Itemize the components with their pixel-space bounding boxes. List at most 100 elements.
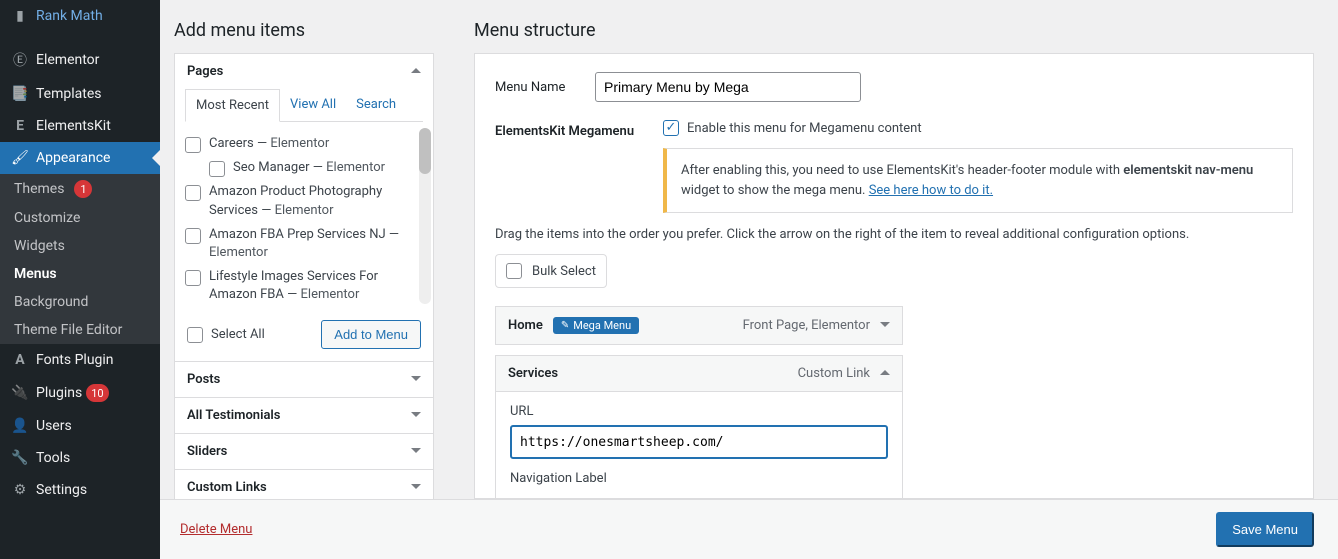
sidebar-item-users[interactable]: 👤 Users [0,410,160,442]
page-checkbox[interactable] [185,228,201,244]
delete-menu-link[interactable]: Delete Menu [180,522,252,537]
label: Users [36,418,72,434]
sidebar-sub-customize[interactable]: Customize [0,204,160,232]
user-icon: 👤 [10,418,30,434]
sidebar-item-settings[interactable]: ⚙ Settings [0,474,160,506]
page-row[interactable]: Careers — Elementor [185,132,423,156]
sidebar-item-plugins[interactable]: 🔌 Plugins10 [0,376,160,410]
page-row[interactable]: Amazon Product Photography Services — El… [185,180,423,222]
sidebar-item-rankmath[interactable]: ▮ Rank Math [0,0,160,32]
label: Tools [36,450,70,466]
wrench-icon: 🔧 [10,450,30,466]
sidebar-sub-widgets[interactable]: Widgets [0,232,160,260]
sidebar-sub-themefileeditor[interactable]: Theme File Editor [0,316,160,344]
label: Rank Math [36,8,103,24]
label: ElementsKit [36,118,111,134]
menu-items-list: Home ✎Mega Menu Front Page, Elementor Se… [495,306,903,499]
megamenu-label: ElementsKit Megamenu [495,120,645,139]
pages-tabs: Most Recent View All Search [185,89,423,122]
menu-item-home-head[interactable]: Home ✎Mega Menu Front Page, Elementor [496,307,902,344]
caret-up-icon [411,64,421,79]
tab-search[interactable]: Search [346,89,406,121]
brush-icon: 🖌 [10,150,30,166]
pages-accordion: Pages Most Recent View All Search Career… [174,53,434,499]
page-checkbox[interactable] [185,137,201,153]
page-checkbox[interactable] [185,185,201,201]
menu-item-services-head[interactable]: Services Custom Link [496,356,902,391]
page-row[interactable]: Lifestyle Images Services For Amazon FBA… [185,265,423,307]
pages-heading: Pages [187,64,223,79]
megamenu-notice: After enabling this, you need to use Ele… [663,148,1293,213]
bulk-select-checkbox[interactable] [506,263,522,279]
sidebar-sub-themes[interactable]: Themes1 [0,174,160,204]
badge: 1 [74,180,92,198]
caret-down-icon [411,480,421,495]
page-row[interactable]: Seo Manager — Elementor [185,156,423,180]
sidebar-item-elementor[interactable]: Ⓔ Elementor [0,42,160,78]
add-menu-items-column: Add menu items Pages Most Recent View Al… [160,0,454,499]
label: Settings [36,482,87,498]
page-checkbox[interactable] [185,270,201,286]
url-input[interactable] [510,425,888,459]
footer-bar: Delete Menu Save Menu [160,499,1338,559]
mega-menu-badge[interactable]: ✎Mega Menu [553,317,639,334]
sidebar-item-appearance[interactable]: 🖌 Appearance [0,142,160,174]
tab-most-recent[interactable]: Most Recent [185,89,280,122]
label: Fonts Plugin [36,352,114,368]
fonts-icon: A [10,352,30,368]
menu-item-services-body: URL Navigation Label [496,391,902,499]
sliders-accordion-head[interactable]: Sliders [175,433,433,469]
select-all-checkbox[interactable] [187,327,203,343]
caret-down-icon [411,372,421,387]
bulk-select-box: Bulk Select [495,254,607,288]
sidebar-sub-background[interactable]: Background [0,288,160,316]
save-menu-button[interactable]: Save Menu [1216,512,1314,547]
label: Elementor [36,52,99,68]
megamenu-help-link[interactable]: See here how to do it. [869,183,993,198]
select-all-label: Select All [211,327,265,342]
label: Templates [36,86,102,102]
enable-megamenu-label: Enable this menu for Megamenu content [687,121,922,136]
add-menu-items-title: Add menu items [174,20,434,41]
posts-accordion-head[interactable]: Posts [175,361,433,397]
menu-name-input[interactable] [595,72,861,102]
caret-up-icon [880,366,890,381]
menu-name-label: Menu Name [495,80,577,95]
menu-item-home: Home ✎Mega Menu Front Page, Elementor [495,306,903,345]
pencil-icon: ✎ [561,320,569,331]
chart-icon: ▮ [10,8,30,24]
page-row[interactable]: Amazon FBA Prep Services NJ — Elementor [185,223,423,265]
menu-structure-column: Menu structure Menu Name ElementsKit Meg… [454,0,1338,499]
label: Appearance [36,150,110,166]
menu-item-services: Services Custom Link URL Navigation Labe… [495,355,903,499]
customlinks-accordion-head[interactable]: Custom Links [175,469,433,499]
caret-down-icon [411,444,421,459]
badge: 10 [86,384,108,402]
sidebar-sub-menus[interactable]: Menus [0,260,160,288]
scrollbar-thumb[interactable] [419,128,431,174]
sliders-icon: ⚙ [10,482,30,498]
sidebar-item-tools[interactable]: 🔧 Tools [0,442,160,474]
url-label: URL [510,404,888,419]
menu-item-title: Home [508,318,543,333]
sidebar-item-fontsplugin[interactable]: A Fonts Plugin [0,344,160,376]
pages-accordion-head[interactable]: Pages [175,54,433,89]
enable-megamenu-checkbox[interactable] [663,120,679,136]
sidebar-item-elementskit[interactable]: EElementsKit [0,110,160,142]
testimonials-accordion-head[interactable]: All Testimonials [175,397,433,433]
tab-view-all[interactable]: View All [280,89,346,121]
menu-item-meta: Front Page, Elementor [743,318,870,333]
drag-hint-text: Drag the items into the order you prefer… [495,227,1293,242]
menu-structure-title: Menu structure [474,20,1314,41]
caret-down-icon [880,318,890,333]
sidebar-item-templates[interactable]: 📑 Templates [0,78,160,110]
page-checkbox[interactable] [209,161,225,177]
add-to-menu-button[interactable]: Add to Menu [321,320,421,349]
plug-icon: 🔌 [10,385,30,401]
scrollbar[interactable] [419,128,431,304]
admin-sidebar: ▮ Rank Math Ⓔ Elementor 📑 Templates EElemen… [0,0,160,559]
templates-icon: 📑 [10,86,30,102]
label: Plugins [36,385,82,401]
main-area: Add menu items Pages Most Recent View Al… [160,0,1338,559]
elementor-icon: Ⓔ [10,50,30,70]
